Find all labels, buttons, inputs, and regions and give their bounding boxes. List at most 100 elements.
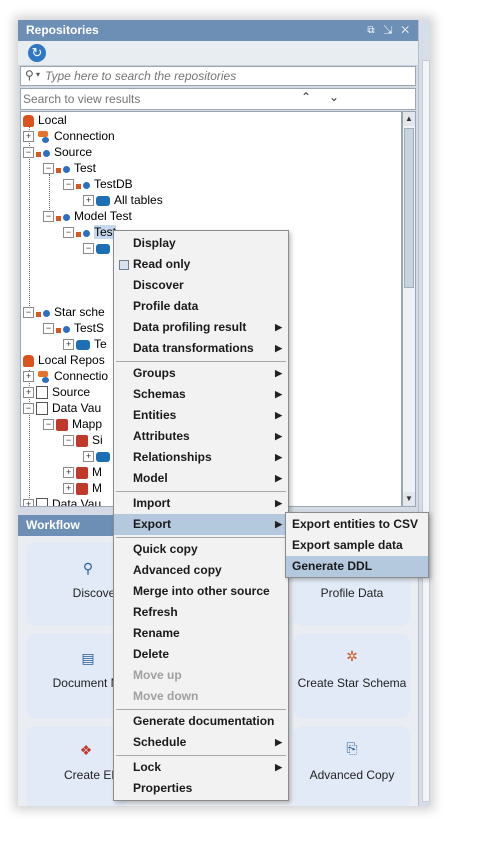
tree-node[interactable]: − Mapp [43, 416, 102, 432]
menu-item-rename[interactable]: Rename [114, 623, 288, 644]
tree-node-selected[interactable]: − Test [63, 224, 117, 240]
checkbox-icon[interactable] [119, 260, 129, 270]
next-result-icon[interactable]: ⌄ [329, 90, 339, 104]
menu-item-data-transformations[interactable]: Data transformations ▶ [114, 338, 288, 359]
vault-icon [76, 434, 88, 447]
collapse-icon[interactable]: − [43, 163, 54, 175]
collapse-icon[interactable]: − [63, 435, 74, 447]
menu-item-schedule[interactable]: Schedule ▶ [114, 732, 288, 753]
panel-window-controls[interactable]: ⧉ ⇲ ✕ [367, 20, 412, 41]
tree-node[interactable]: − Source [23, 144, 92, 160]
search-icon[interactable]: ⚲ [25, 68, 34, 82]
tree-node[interactable]: − Si [63, 432, 103, 448]
expand-icon[interactable]: + [23, 387, 34, 399]
tree-node[interactable]: + M [63, 480, 102, 496]
expand-icon[interactable]: + [23, 499, 34, 506]
workflow-card-document-model[interactable]: ▤ Document Mo [26, 634, 127, 718]
menu-item-model[interactable]: Model ▶ [114, 468, 288, 489]
tree-node[interactable]: + All tables [83, 192, 163, 208]
menu-item-attributes[interactable]: Attributes ▶ [114, 426, 288, 447]
tree-node-label: Si [92, 433, 103, 447]
right-dock-strip [418, 20, 430, 806]
tree-node[interactable]: − Test [43, 160, 96, 176]
menu-item-quick-copy[interactable]: Quick copy [114, 539, 288, 560]
menu-item-export[interactable]: Export ▶ [114, 514, 288, 535]
menu-item-profile-data[interactable]: Profile data [114, 296, 288, 317]
context-menu: Display Read only Discover Profile data … [113, 230, 289, 801]
menu-item-relationships[interactable]: Relationships ▶ [114, 447, 288, 468]
collapse-icon[interactable]: − [63, 179, 74, 191]
menu-item-data-profiling-result[interactable]: Data profiling result ▶ [114, 317, 288, 338]
workflow-card-create-star-schema[interactable]: ✲ Create Star Schema [294, 634, 410, 718]
expand-icon[interactable]: + [83, 195, 94, 207]
tree-node[interactable]: − TestS [43, 320, 104, 336]
collapse-icon[interactable]: − [43, 419, 54, 431]
menu-item-label: Data transformations [133, 341, 254, 355]
menu-item-lock[interactable]: Lock ▶ [114, 757, 288, 778]
repositories-title: Repositories [26, 23, 99, 37]
submenu-item-export-entities-to-csv[interactable]: Export entities to CSV [286, 514, 428, 535]
tree-node[interactable]: + Te [63, 336, 107, 352]
tree-node[interactable]: − TestDB [63, 176, 133, 192]
menu-item-import[interactable]: Import ▶ [114, 493, 288, 514]
menu-item-label: Entities [133, 408, 177, 422]
tree-scrollbar[interactable]: ▲ ▼ [402, 111, 416, 507]
tree-node-label: Mapp [72, 417, 103, 431]
tree-node[interactable]: − Star sche [23, 304, 105, 320]
collapse-icon[interactable]: − [83, 243, 94, 255]
tree-node-label: Model Test [74, 209, 132, 223]
search-dropdown-icon[interactable]: ▾ [36, 70, 40, 79]
tree-node[interactable]: + Connectio [23, 368, 108, 384]
workflow-card-create-edw[interactable]: ❖ Create EDV [26, 726, 128, 806]
menu-item-generate-documentation[interactable]: Generate documentation [114, 711, 288, 732]
tree-node-label: Source [52, 385, 91, 399]
tree-node-label: Data Vau [52, 401, 102, 415]
menu-item-advanced-copy[interactable]: Advanced copy [114, 560, 288, 581]
menu-item-discover[interactable]: Discover [114, 275, 288, 296]
scrollbar-thumb[interactable] [404, 128, 414, 288]
expand-icon[interactable]: + [23, 371, 34, 383]
workflow-card-advanced-copy[interactable]: ⎘ Advanced Copy [294, 726, 410, 806]
menu-item-groups[interactable]: Groups ▶ [114, 363, 288, 384]
collapse-icon[interactable]: − [43, 211, 54, 223]
previous-result-icon[interactable]: ⌃ [301, 90, 311, 104]
repository-search-input[interactable] [45, 68, 405, 84]
collapse-icon[interactable]: − [23, 403, 34, 415]
collapse-icon[interactable]: − [43, 323, 54, 335]
tree-node[interactable]: − Data Vau [23, 400, 101, 416]
tree-node[interactable]: + M [63, 464, 102, 480]
scroll-down-icon[interactable]: ▼ [403, 492, 415, 506]
expand-icon[interactable]: + [63, 467, 74, 479]
collapse-icon[interactable]: − [23, 307, 34, 319]
refresh-icon[interactable]: ↻ [28, 44, 46, 62]
collapse-icon[interactable]: − [23, 147, 34, 159]
expand-icon[interactable]: + [63, 483, 74, 495]
menu-item-merge-into-other-source[interactable]: Merge into other source [114, 581, 288, 602]
menu-item-refresh[interactable]: Refresh [114, 602, 288, 623]
tree-node[interactable]: Local [23, 112, 67, 128]
menu-item-read-only[interactable]: Read only [114, 254, 288, 275]
expand-icon[interactable]: + [23, 131, 34, 143]
tree-node[interactable]: + [83, 448, 114, 464]
tree-node[interactable]: Local Repos [23, 352, 105, 368]
tree-node[interactable]: − Model Test [43, 208, 132, 224]
expand-icon[interactable]: + [63, 339, 74, 351]
expand-icon[interactable]: + [83, 451, 94, 463]
source-icon [76, 179, 90, 191]
menu-item-entities[interactable]: Entities ▶ [114, 405, 288, 426]
tree-node[interactable]: − [83, 240, 114, 256]
menu-item-properties[interactable]: Properties [114, 778, 288, 799]
tree-node[interactable]: + Connection [23, 128, 115, 144]
menu-item-display[interactable]: Display [114, 233, 288, 254]
search-results-input[interactable] [23, 91, 293, 107]
submenu-item-generate-ddl[interactable]: Generate DDL [286, 556, 428, 577]
workflow-card-discover[interactable]: ⚲ Discover [26, 542, 126, 626]
menu-item-schemas[interactable]: Schemas ▶ [114, 384, 288, 405]
menu-item-delete[interactable]: Delete [114, 644, 288, 665]
source-icon [56, 323, 70, 335]
collapse-icon[interactable]: − [63, 227, 74, 239]
scroll-up-icon[interactable]: ▲ [403, 112, 415, 126]
tree-node[interactable]: + Data Vau [23, 496, 101, 506]
submenu-item-export-sample-data[interactable]: Export sample data [286, 535, 428, 556]
tree-node[interactable]: + Source [23, 384, 90, 400]
